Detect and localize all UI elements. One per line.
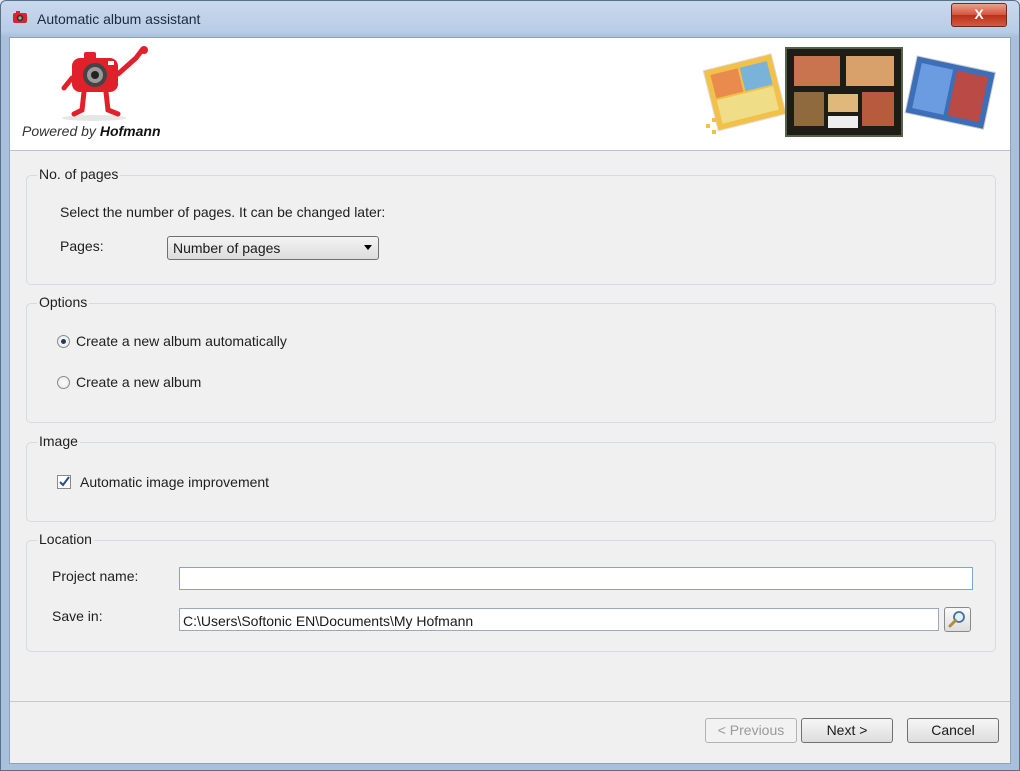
previous-button[interactable]: < Previous: [705, 718, 797, 743]
pages-group-legend: No. of pages: [37, 166, 121, 182]
image-improvement-label[interactable]: Automatic image improvement: [80, 474, 269, 490]
save-in-label: Save in:: [52, 608, 103, 624]
radio-create-automatically-label[interactable]: Create a new album automatically: [76, 333, 287, 349]
browse-folder-button[interactable]: [944, 607, 971, 632]
powered-brand: Hofmann: [99, 123, 161, 139]
radio-create-automatically[interactable]: [57, 335, 70, 348]
location-group: Location Project name: Save in: C:\Users…: [26, 531, 996, 652]
project-name-input[interactable]: [179, 567, 973, 590]
powered-by-text: Powered by Hofmann: [22, 123, 161, 139]
save-in-path-input[interactable]: C:\Users\Softonic EN\Documents\My Hofman…: [179, 608, 939, 631]
location-group-legend: Location: [37, 531, 94, 547]
pages-dropdown[interactable]: Number of pages: [167, 236, 379, 260]
pages-dropdown-value: Number of pages: [173, 240, 281, 256]
image-group-legend: Image: [37, 433, 80, 449]
pages-instruction: Select the number of pages. It can be ch…: [60, 204, 386, 220]
dialog-client-area: Powered by Hofmann No. of pages Select t…: [9, 37, 1011, 764]
photo-album-collage-image: [702, 47, 996, 137]
next-button[interactable]: Next >: [801, 718, 893, 743]
image-improvement-checkbox[interactable]: [57, 475, 71, 489]
project-name-label: Project name:: [52, 568, 139, 584]
cancel-button[interactable]: Cancel: [907, 718, 999, 743]
options-group-legend: Options: [37, 294, 90, 310]
chevron-down-icon: [364, 245, 372, 250]
radio-create-new-label[interactable]: Create a new album: [76, 374, 201, 390]
search-magnifier-icon: [948, 611, 965, 628]
footer-divider: [10, 701, 1010, 702]
pages-group: No. of pages Select the number of pages.…: [26, 166, 996, 285]
radio-create-new[interactable]: [57, 376, 70, 389]
options-group: Options Create a new album automatically…: [26, 294, 996, 423]
image-group: Image Automatic image improvement: [26, 433, 996, 522]
powered-prefix: Powered by: [22, 123, 96, 139]
title-bar[interactable]: Automatic album assistant X: [1, 1, 1019, 37]
dialog-window: Automatic album assistant X Powered by H…: [0, 0, 1020, 771]
save-in-path-value: C:\Users\Softonic EN\Documents\My Hofman…: [183, 613, 474, 629]
checkmark-icon: [59, 476, 70, 487]
pages-label: Pages:: [60, 238, 104, 254]
window-title: Automatic album assistant: [37, 11, 201, 27]
app-camera-icon: [13, 11, 27, 23]
close-button[interactable]: X: [951, 3, 1007, 27]
hofmann-camera-mascot-logo: [61, 46, 148, 121]
header-banner: Powered by Hofmann: [10, 38, 1010, 151]
